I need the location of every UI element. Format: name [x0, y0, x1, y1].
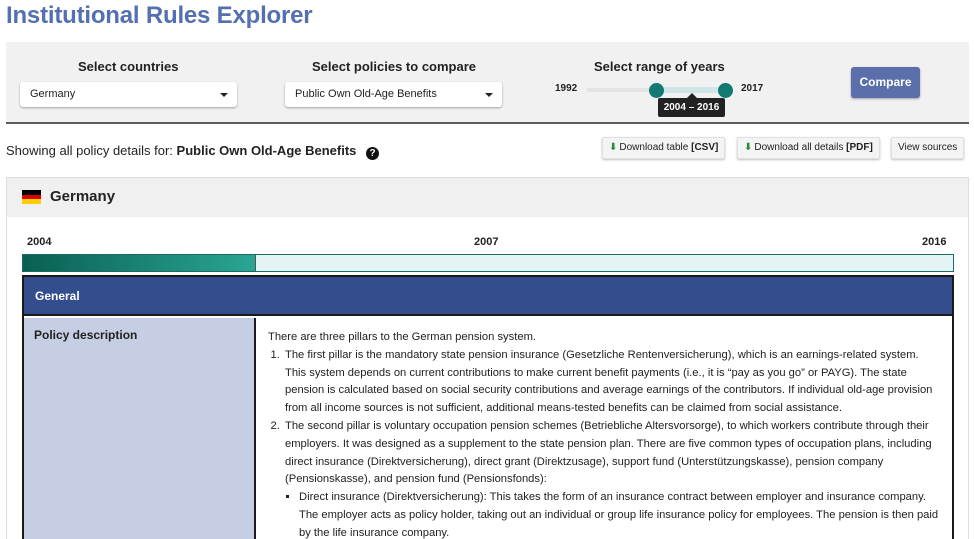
countries-selected-value: Germany — [30, 88, 76, 100]
compare-button[interactable]: Compare — [851, 67, 920, 98]
download-table-button[interactable]: ⬇ Download table [CSV] — [602, 137, 726, 159]
policies-selected-value: Public Own Old-Age Benefits — [295, 88, 437, 100]
showing-policy: Public Own Old-Age Benefits — [176, 143, 357, 158]
policy-table: General Policy description There are thr… — [22, 275, 954, 539]
caret-down-icon — [485, 93, 493, 97]
showing-summary: Showing all policy details for: Public O… — [6, 143, 380, 160]
download-all-format: [PDF] — [846, 142, 873, 153]
policies-label: Select policies to compare — [312, 59, 477, 74]
policies-select[interactable]: Public Own Old-Age Benefits — [285, 82, 502, 107]
view-sources-button[interactable]: View sources — [891, 137, 965, 159]
year-max-label: 2017 — [741, 83, 764, 94]
download-table-label: Download table — [619, 142, 692, 153]
table-row: Policy description There are three pilla… — [24, 318, 952, 539]
sub-list: Direct insurance (Direktversicherung): T… — [285, 489, 942, 539]
download-icon: ⬇ — [609, 142, 618, 153]
pillar-list: The first pillar is the mandatory state … — [268, 347, 942, 539]
list-item: The second pillar is voluntary occupatio… — [283, 418, 942, 539]
download-all-button[interactable]: ⬇ Download all details [PDF] — [737, 137, 880, 159]
list-item-text: The second pillar is voluntary occupatio… — [285, 419, 932, 486]
timeline-end-year: 2016 — [922, 236, 947, 248]
country-name: Germany — [50, 188, 116, 205]
row-content-policy-description: There are three pillars to the German pe… — [258, 318, 952, 539]
list-item: The first pillar is the mandatory state … — [283, 347, 942, 418]
germany-flag-icon — [22, 190, 41, 204]
caret-down-icon — [220, 93, 228, 97]
country-panel: 2004 2007 2016 General Policy descriptio… — [6, 217, 969, 539]
timeline-start-year: 2004 — [27, 236, 52, 248]
years-label: Select range of years — [594, 59, 725, 74]
controls-panel: Select countries Germany Select policies… — [6, 42, 969, 124]
year-start-handle[interactable] — [649, 83, 664, 98]
country-header: Germany — [6, 177, 969, 217]
page-title: Institutional Rules Explorer — [6, 2, 313, 29]
sub-list-item: Direct insurance (Direktversicherung): T… — [299, 489, 942, 539]
download-table-format: [CSV] — [691, 142, 719, 153]
year-end-handle[interactable] — [718, 83, 733, 98]
timeline-bar[interactable] — [22, 254, 954, 272]
policy-intro: There are three pillars to the German pe… — [268, 331, 537, 343]
question-circle-icon[interactable]: ? — [366, 147, 380, 160]
timeline-change-year: 2007 — [474, 236, 499, 248]
row-label-policy-description: Policy description — [24, 318, 256, 539]
download-all-label: Download all details — [754, 142, 847, 153]
countries-select[interactable]: Germany — [20, 82, 237, 107]
year-range-tooltip: 2004 – 2016 — [658, 93, 725, 117]
timeline-period-segment[interactable] — [23, 255, 256, 271]
download-icon: ⬇ — [744, 142, 753, 153]
flag-stripe — [22, 199, 41, 204]
year-min-label: 1992 — [555, 83, 578, 94]
section-header-general: General — [24, 277, 952, 316]
countries-label: Select countries — [78, 59, 179, 74]
showing-prefix: Showing all policy details for: — [6, 143, 173, 158]
